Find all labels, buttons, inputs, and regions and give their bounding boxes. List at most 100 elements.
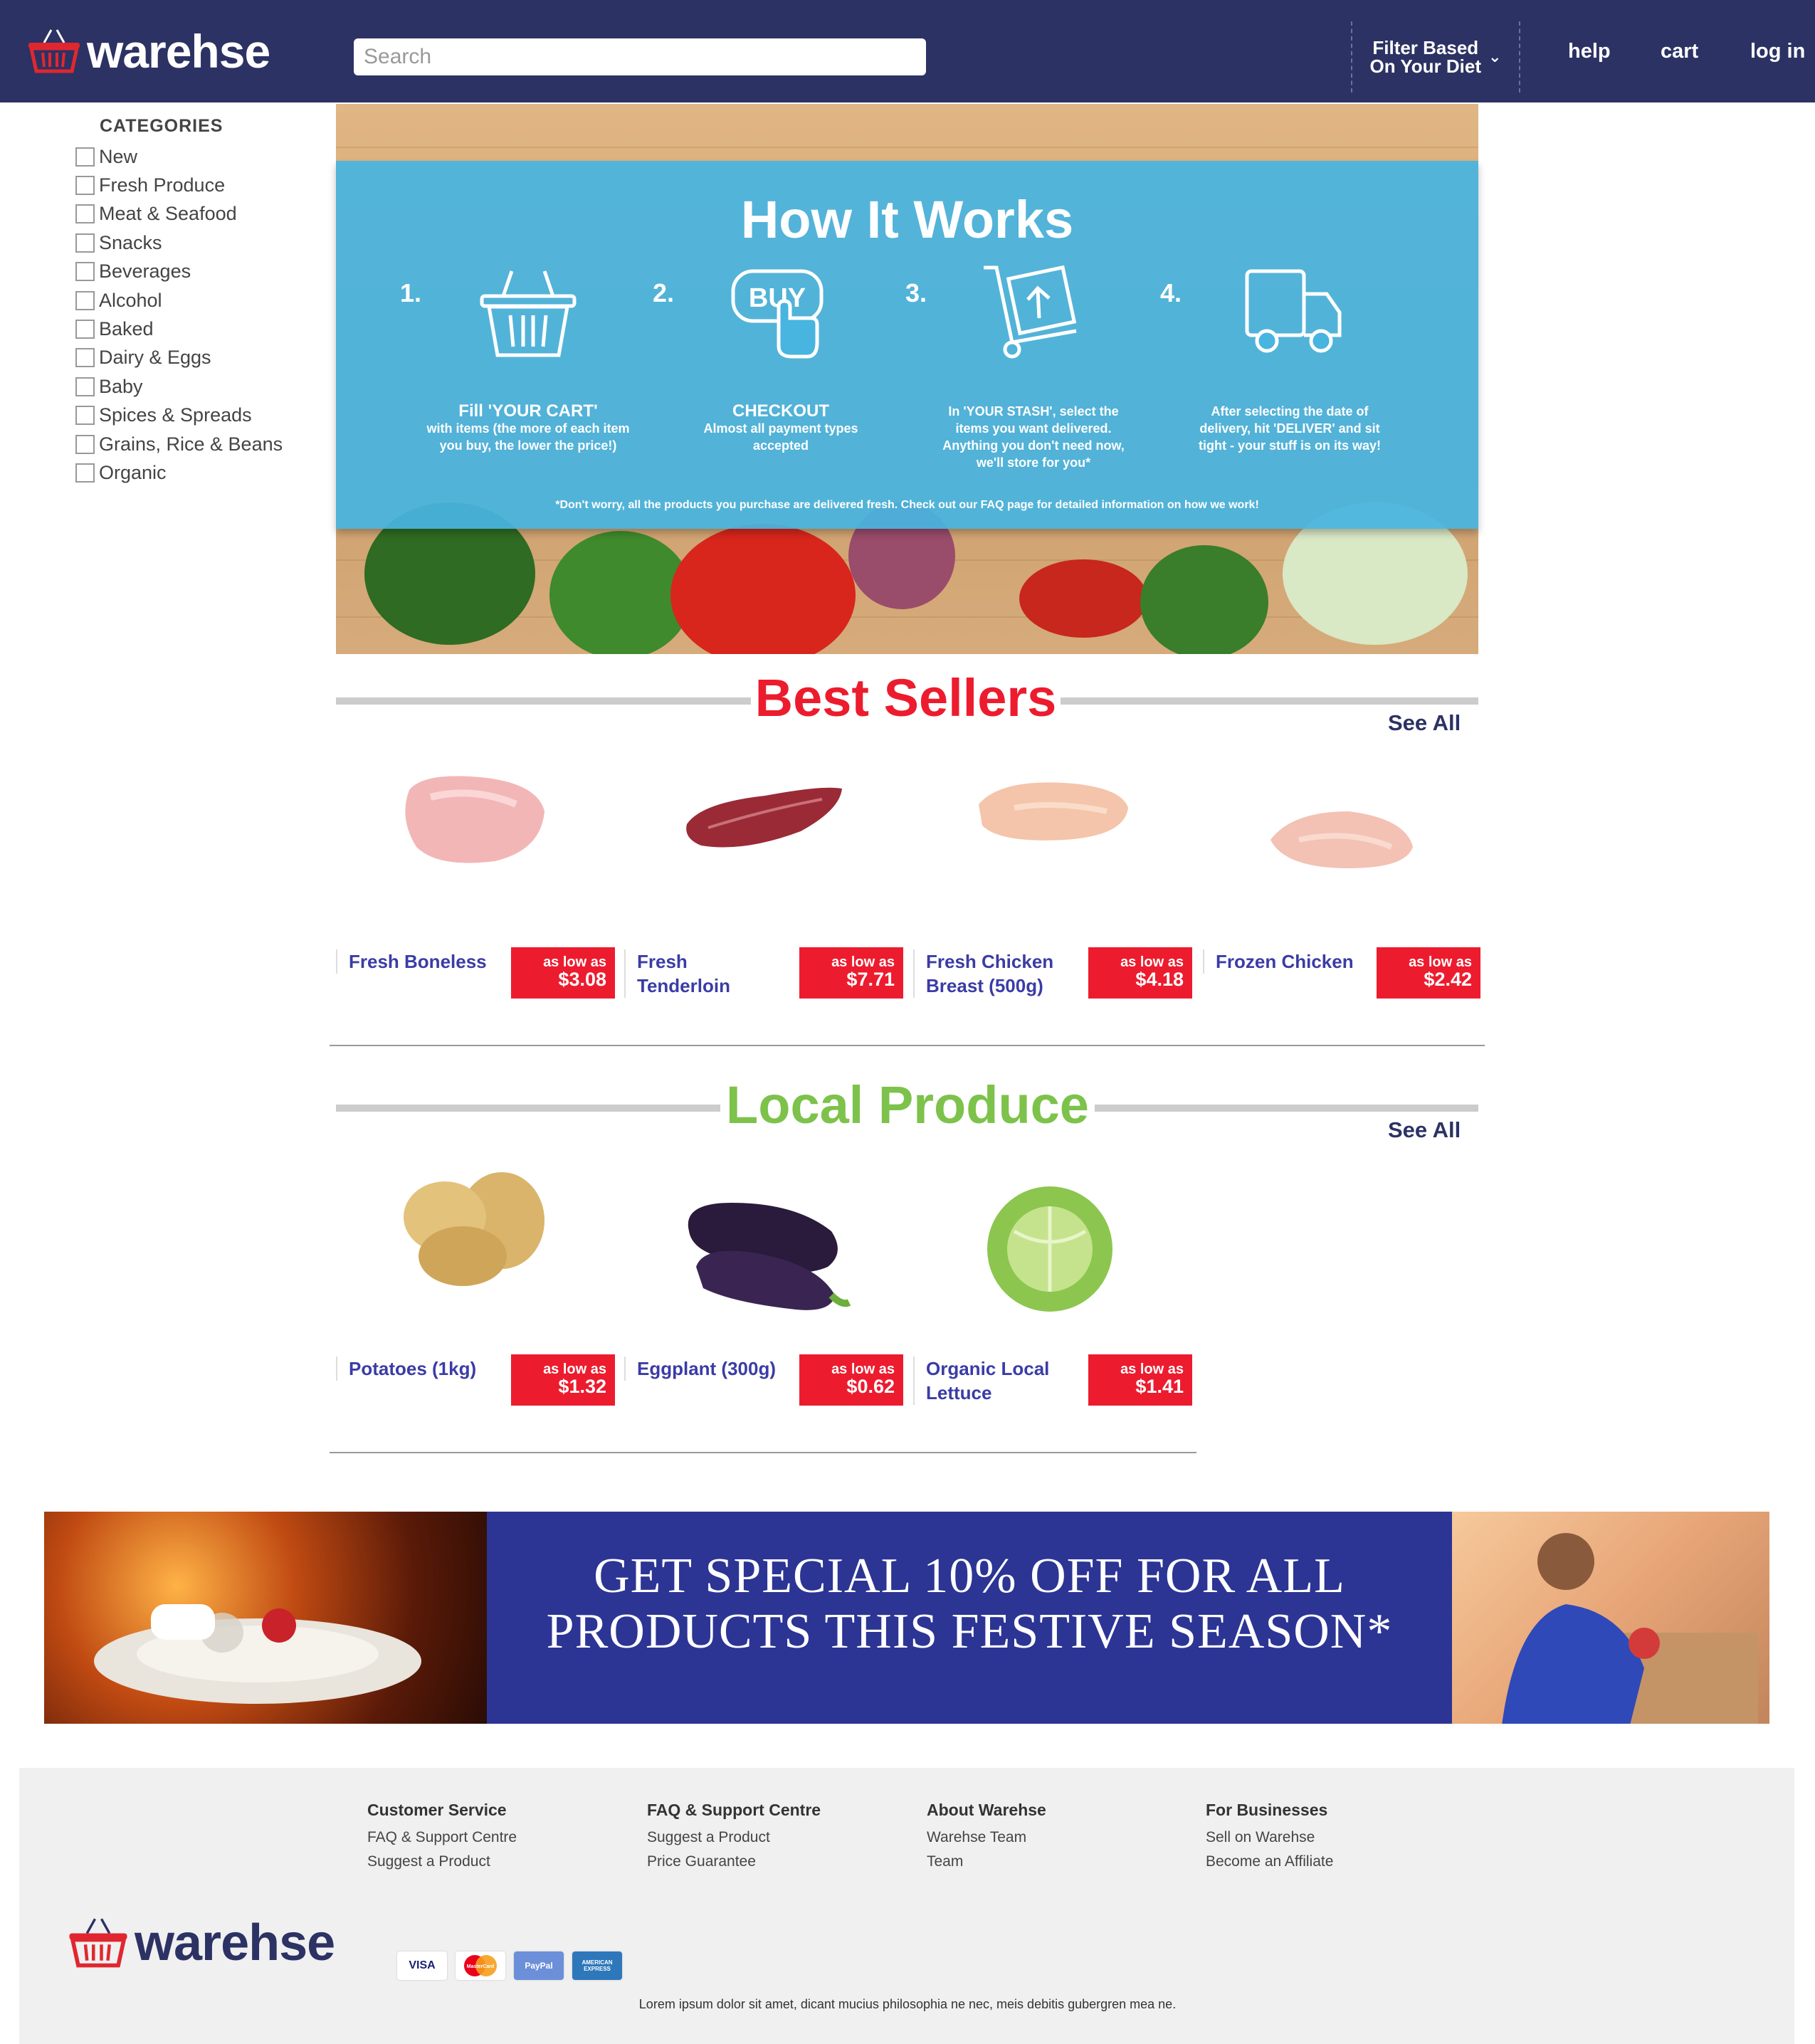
- price-badge-organic-lettuce[interactable]: as low as $1.41: [1088, 1354, 1192, 1406]
- category-checkbox-dairy-eggs[interactable]: Dairy & Eggs: [75, 344, 283, 372]
- search-input[interactable]: [354, 38, 926, 75]
- footer-tagline: Lorem ipsum dolor sit amet, dicant muciu…: [638, 1997, 1177, 2011]
- local-produce-heading: Local Produce: [726, 1075, 1089, 1134]
- categories-heading: CATEGORIES: [100, 116, 223, 136]
- footer-link[interactable]: Price Guarantee: [647, 1850, 821, 1874]
- category-checkbox-new[interactable]: New: [75, 142, 283, 171]
- category-list: New Fresh Produce Meat & Seafood Snacks …: [75, 142, 283, 488]
- checkbox[interactable]: [75, 463, 95, 483]
- lettuce-image[interactable]: [972, 1174, 1128, 1317]
- potatoes-image[interactable]: [395, 1164, 552, 1292]
- category-checkbox-baby[interactable]: Baby: [75, 372, 283, 401]
- nav-cart-link[interactable]: cart: [1661, 40, 1698, 63]
- as-low-as-label: as low as: [543, 1361, 606, 1377]
- category-checkbox-meat-seafood[interactable]: Meat & Seafood: [75, 200, 283, 228]
- step-2-text: CHECKOUT Almost all payment types accept…: [678, 403, 884, 454]
- category-checkbox-snacks[interactable]: Snacks: [75, 228, 283, 257]
- diet-filter-line1: Filter Based: [1372, 37, 1479, 58]
- product-name-frozen-chicken[interactable]: Frozen Chicken: [1203, 949, 1359, 974]
- footer-column-title: For Businesses: [1206, 1801, 1328, 1819]
- price-value: $4.18: [1135, 969, 1184, 990]
- top-navbar: warehse Filter Based On Your Diet ⌄ help…: [0, 0, 1815, 102]
- product-name-eggplant[interactable]: Eggplant (300g): [624, 1356, 781, 1381]
- basket-logo-icon: [28, 29, 80, 73]
- checkbox[interactable]: [75, 320, 95, 339]
- product-name-fresh-chicken-breast[interactable]: Fresh Chicken Breast (500g): [913, 949, 1070, 998]
- category-checkbox-baked[interactable]: Baked: [75, 315, 283, 343]
- how-it-works-note: *Don't worry, all the products you purch…: [555, 499, 1259, 511]
- checkbox[interactable]: [75, 204, 95, 224]
- footer-link[interactable]: Suggest a Product: [367, 1850, 517, 1874]
- as-low-as-label: as low as: [1120, 954, 1184, 970]
- category-label: New: [99, 145, 138, 167]
- chicken-breast-image[interactable]: [972, 772, 1135, 850]
- category-checkbox-organic[interactable]: Organic: [75, 458, 283, 487]
- tenderloin-image[interactable]: [680, 774, 851, 860]
- category-checkbox-alcohol[interactable]: Alcohol: [75, 286, 283, 315]
- footer-column-title: About Warehse: [927, 1801, 1046, 1819]
- price-badge-eggplant[interactable]: as low as $0.62: [799, 1354, 903, 1406]
- as-low-as-label: as low as: [1409, 954, 1472, 970]
- category-label: Meat & Seafood: [99, 203, 237, 225]
- footer-link[interactable]: FAQ & Support Centre: [367, 1826, 517, 1850]
- visa-icon: VISA: [397, 1951, 447, 1980]
- checkbox[interactable]: [75, 176, 95, 196]
- price-badge-fresh-chicken-breast[interactable]: as low as $4.18: [1088, 947, 1192, 999]
- frozen-chicken-image[interactable]: [1263, 797, 1420, 875]
- footer-logo[interactable]: warehse: [68, 1914, 335, 1971]
- product-name-organic-lettuce[interactable]: Organic Local Lettuce: [913, 1356, 1070, 1405]
- price-badge-fresh-boneless[interactable]: as low as $3.08: [511, 947, 615, 999]
- nav-help-link[interactable]: help: [1568, 40, 1611, 63]
- best-sellers-see-all-link[interactable]: See All: [1388, 710, 1461, 736]
- hand-truck-icon: [984, 265, 1077, 359]
- footer-link[interactable]: Sell on Warehse: [1206, 1826, 1333, 1850]
- product-name-fresh-tenderloin[interactable]: Fresh Tenderloin: [624, 949, 781, 998]
- checkbox[interactable]: [75, 262, 95, 282]
- category-label: Spices & Spreads: [99, 404, 252, 426]
- price-badge-fresh-tenderloin[interactable]: as low as $7.71: [799, 947, 903, 999]
- checkbox[interactable]: [75, 406, 95, 426]
- promo-line2: PRODUCTS THIS FESTIVE SEASON*: [546, 1604, 1393, 1659]
- footer-link[interactable]: Warehse Team: [927, 1826, 1046, 1850]
- step-1-text: Fill 'YOUR CART' with items (the more of…: [425, 403, 631, 454]
- footer-link[interactable]: Team: [927, 1850, 1046, 1874]
- price-badge-potatoes[interactable]: as low as $1.32: [511, 1354, 615, 1406]
- price-value: $7.71: [846, 969, 895, 990]
- site-logo[interactable]: warehse: [27, 26, 270, 77]
- packing-man-image: [1452, 1512, 1769, 1724]
- promo-text: GET SPECIAL 10% OFF FOR ALL PRODUCTS THI…: [487, 1549, 1452, 1660]
- checkbox[interactable]: [75, 290, 95, 310]
- chevron-down-icon: ⌄: [1488, 48, 1502, 65]
- diet-filter-dropdown[interactable]: Filter Based On Your Diet ⌄: [1351, 21, 1520, 93]
- category-checkbox-grains-rice-beans[interactable]: Grains, Rice & Beans: [75, 430, 283, 458]
- footer-link[interactable]: Become an Affiliate: [1206, 1850, 1333, 1874]
- checkbox[interactable]: [75, 147, 95, 167]
- section-rule-left: [336, 697, 751, 705]
- mastercard-logo: MasterCard: [464, 1955, 497, 1976]
- nav-login-link[interactable]: log in: [1750, 40, 1805, 63]
- checkbox[interactable]: [75, 434, 95, 454]
- how-it-works-title: How It Works: [740, 190, 1074, 249]
- paypal-icon: PayPal: [514, 1951, 564, 1980]
- festive-promo-banner[interactable]: GET SPECIAL 10% OFF FOR ALL PRODUCTS THI…: [44, 1512, 1769, 1724]
- product-name-fresh-boneless[interactable]: Fresh Boneless: [336, 949, 493, 974]
- category-label: Baby: [99, 375, 143, 397]
- eggplant-image[interactable]: [675, 1189, 853, 1317]
- price-badge-frozen-chicken[interactable]: as low as $2.42: [1377, 947, 1480, 999]
- checkbox[interactable]: [75, 376, 95, 396]
- category-checkbox-beverages[interactable]: Beverages: [75, 258, 283, 286]
- as-low-as-label: as low as: [831, 1361, 895, 1377]
- mastercard-icon: MasterCard: [456, 1951, 505, 1980]
- footer-link[interactable]: Suggest a Product: [647, 1826, 821, 1850]
- dinner-plate-icon: [94, 1604, 421, 1704]
- category-checkbox-spices-spreads[interactable]: Spices & Spreads: [75, 401, 283, 430]
- logo-text: warehse: [87, 25, 270, 78]
- category-checkbox-fresh-produce[interactable]: Fresh Produce: [75, 171, 283, 199]
- checkbox[interactable]: [75, 348, 95, 368]
- product-name-potatoes[interactable]: Potatoes (1kg): [336, 1356, 493, 1381]
- local-produce-see-all-link[interactable]: See All: [1388, 1117, 1461, 1143]
- step-3-body: In 'YOUR STASH', select the items you wa…: [942, 404, 1125, 470]
- boneless-chicken-image[interactable]: [395, 769, 559, 868]
- checkbox[interactable]: [75, 233, 95, 253]
- category-label: Grains, Rice & Beans: [99, 433, 283, 455]
